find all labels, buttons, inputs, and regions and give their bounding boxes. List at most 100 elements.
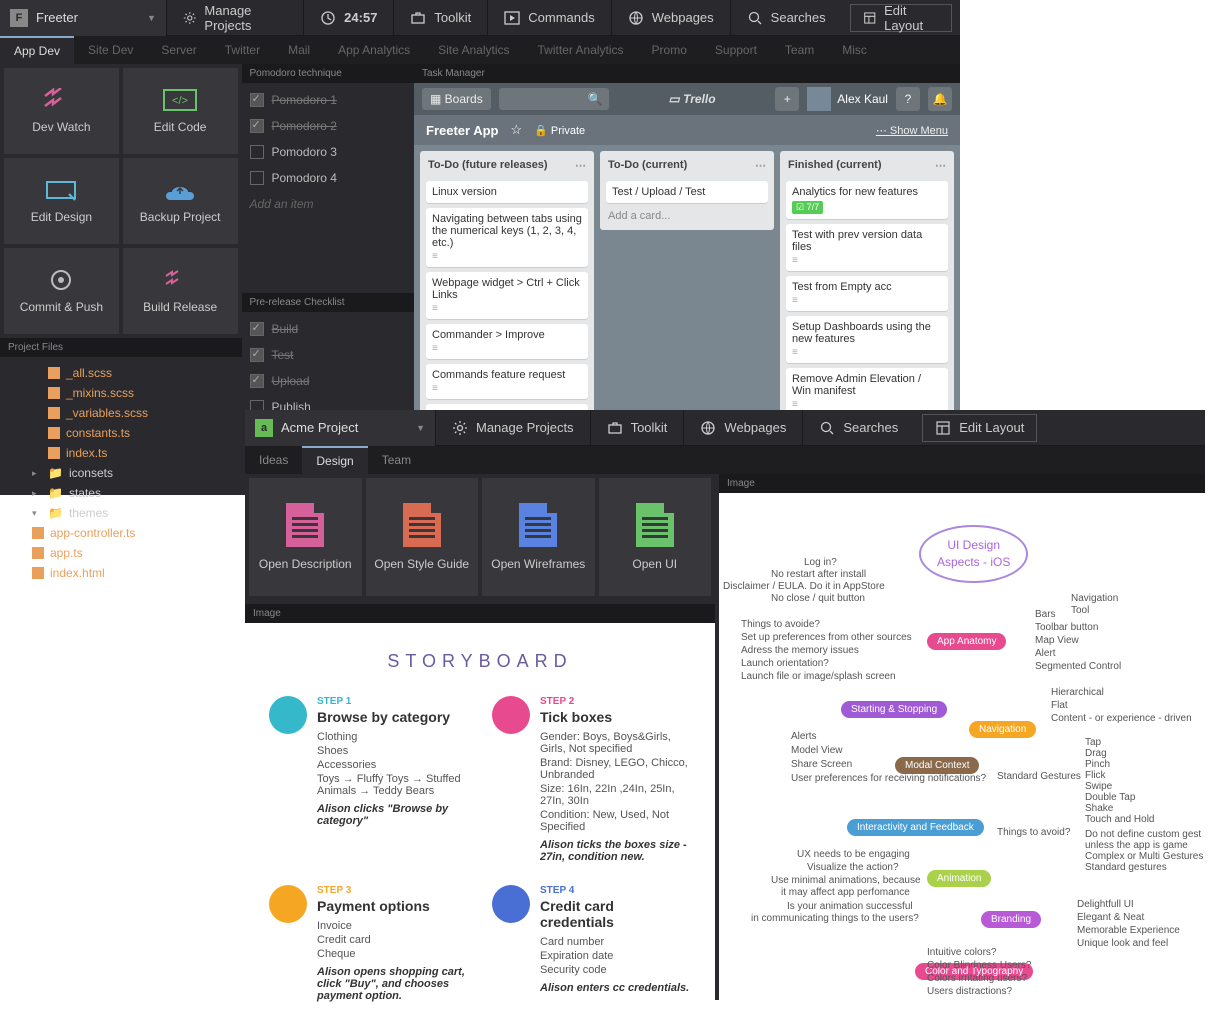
tile-dev-watch[interactable]: Dev Watch: [4, 68, 119, 154]
webpages-button[interactable]: Webpages: [683, 410, 802, 446]
tile-open-style-guide[interactable]: Open Style Guide: [366, 478, 479, 596]
folder-themes[interactable]: ▾📁themes: [0, 503, 242, 523]
tab-ideas[interactable]: Ideas: [245, 446, 302, 474]
tab-twitter[interactable]: Twitter: [211, 36, 274, 64]
edit-layout-button[interactable]: Edit Layout: [922, 414, 1037, 442]
folder-states[interactable]: ▸📁states: [0, 483, 242, 503]
webpages-button[interactable]: Webpages: [611, 0, 730, 36]
checkbox-icon[interactable]: [250, 171, 264, 185]
trello-notif-button[interactable]: 🔔: [928, 87, 952, 111]
file-_variables-scss[interactable]: _variables.scss: [0, 403, 242, 423]
file-index-html[interactable]: index.html: [0, 563, 242, 583]
project-selector[interactable]: F Freeter ▼: [0, 0, 166, 36]
trello-card[interactable]: Remove Admin Elevation / Win manifest≡: [786, 368, 948, 415]
checkbox-icon[interactable]: [250, 145, 264, 159]
file-_mixins-scss[interactable]: _mixins.scss: [0, 383, 242, 403]
list-menu-icon[interactable]: ⋯: [935, 159, 946, 172]
manage-projects-button[interactable]: Manage Projects: [435, 410, 590, 446]
show-menu-button[interactable]: ⋯ Show Menu: [876, 124, 948, 137]
trello-help-button[interactable]: ?: [896, 87, 920, 111]
storyboard-step: STEP 2Tick boxesGender: Boys, Boys&Girls…: [492, 696, 691, 865]
timer-display[interactable]: 24:57: [303, 0, 393, 36]
checklist-item[interactable]: Upload: [242, 368, 415, 394]
list-menu-icon[interactable]: ⋯: [755, 159, 766, 172]
tile-backup-project[interactable]: Backup Project: [123, 158, 238, 244]
tile-open-description[interactable]: Open Description: [249, 478, 362, 596]
tile-build-release[interactable]: Build Release: [123, 248, 238, 334]
checkbox-icon[interactable]: [250, 348, 264, 362]
list-menu-icon[interactable]: ⋯: [575, 159, 586, 172]
mindmap-text: Flick: [1085, 770, 1106, 781]
searches-button[interactable]: Searches: [730, 0, 842, 36]
list-header[interactable]: To-Do (future releases)⋯: [426, 157, 588, 176]
project-files-header: Project Files: [0, 338, 242, 357]
checkbox-icon[interactable]: [250, 119, 264, 133]
checklist-item[interactable]: Pomodoro 2: [242, 113, 415, 139]
tile-commit-push[interactable]: Commit & Push: [4, 248, 119, 334]
tab-team[interactable]: Team: [771, 36, 828, 64]
mindmap-text: Intuitive colors?: [927, 947, 996, 958]
tab-misc[interactable]: Misc: [828, 36, 881, 64]
file-index-ts[interactable]: index.ts: [0, 443, 242, 463]
add-item[interactable]: Add an item: [242, 191, 415, 217]
checklist-item[interactable]: Pomodoro 4: [242, 165, 415, 191]
trello-card[interactable]: Analytics for new features☑ 7/7: [786, 181, 948, 219]
trello-card[interactable]: Webpage widget > Ctrl + Click Links≡: [426, 272, 588, 319]
checklist-item[interactable]: Pomodoro 3: [242, 139, 415, 165]
step-caption: Alison opens shopping cart, click "Buy",…: [317, 966, 468, 1002]
tab-mail[interactable]: Mail: [274, 36, 324, 64]
trello-card[interactable]: Setup Dashboards using the new features≡: [786, 316, 948, 363]
trello-card[interactable]: Test / Upload / Test: [606, 181, 768, 203]
tab-promo[interactable]: Promo: [638, 36, 701, 64]
trello-card[interactable]: Test with prev version data files≡: [786, 224, 948, 271]
checklist-item[interactable]: Test: [242, 342, 415, 368]
trello-add-button[interactable]: +: [775, 87, 799, 111]
file-_all-scss[interactable]: _all.scss: [0, 363, 242, 383]
tab-design[interactable]: Design: [302, 446, 367, 474]
tile-edit-code[interactable]: </>Edit Code: [123, 68, 238, 154]
tab-site-analytics[interactable]: Site Analytics: [424, 36, 523, 64]
tab-site-dev[interactable]: Site Dev: [74, 36, 147, 64]
manage-projects-button[interactable]: Manage Projects: [166, 0, 303, 36]
tab-app-dev[interactable]: App Dev: [0, 36, 74, 64]
trello-boards-button[interactable]: ▦ Boards: [422, 88, 491, 110]
checklist-item[interactable]: Pomodoro 1: [242, 87, 415, 113]
checkbox-icon[interactable]: [250, 322, 264, 336]
file-app-controller-ts[interactable]: app-controller.ts: [0, 523, 242, 543]
privacy-toggle[interactable]: 🔒 Private: [534, 124, 585, 137]
star-icon[interactable]: ☆: [510, 122, 522, 138]
trello-card[interactable]: Test from Empty acc≡: [786, 276, 948, 311]
list-header[interactable]: Finished (current)⋯: [786, 157, 948, 176]
tab-app-analytics[interactable]: App Analytics: [324, 36, 424, 64]
toolkit-button[interactable]: Toolkit: [590, 410, 684, 446]
tab-support[interactable]: Support: [701, 36, 771, 64]
trello-card[interactable]: Linux version: [426, 181, 588, 203]
searches-button[interactable]: Searches: [802, 410, 914, 446]
trello-card[interactable]: Commands feature request≡: [426, 364, 588, 399]
edit-layout-button[interactable]: Edit Layout: [850, 4, 952, 32]
step-icon: [492, 885, 530, 923]
tile-open-wireframes[interactable]: Open Wireframes: [482, 478, 595, 596]
trello-search[interactable]: 🔍: [499, 88, 609, 110]
commands-button[interactable]: Commands: [487, 0, 610, 36]
project-selector[interactable]: a Acme Project ▼: [245, 410, 435, 446]
checkbox-icon[interactable]: [250, 93, 264, 107]
tile-open-ui[interactable]: Open UI: [599, 478, 712, 596]
tab-twitter-analytics[interactable]: Twitter Analytics: [524, 36, 638, 64]
checklist-item[interactable]: Build: [242, 316, 415, 342]
list-header[interactable]: To-Do (current)⋯: [606, 157, 768, 176]
toolkit-button[interactable]: Toolkit: [393, 0, 487, 36]
tile-edit-design[interactable]: Edit Design: [4, 158, 119, 244]
checkbox-icon[interactable]: [250, 374, 264, 388]
trello-card[interactable]: Navigating between tabs using the numeri…: [426, 208, 588, 267]
trello-board-header: Freeter App ☆ 🔒 Private ⋯ Show Menu: [414, 115, 960, 145]
folder-iconsets[interactable]: ▸📁iconsets: [0, 463, 242, 483]
tab-team[interactable]: Team: [368, 446, 425, 474]
file-constants-ts[interactable]: constants.ts: [0, 423, 242, 443]
file-app-ts[interactable]: app.ts: [0, 543, 242, 563]
trello-user[interactable]: Alex Kaul: [807, 87, 888, 111]
svg-text:</>: </>: [172, 95, 188, 107]
tab-server[interactable]: Server: [147, 36, 210, 64]
add-card[interactable]: Add a card...: [606, 208, 768, 224]
trello-card[interactable]: Commander > Improve≡: [426, 324, 588, 359]
